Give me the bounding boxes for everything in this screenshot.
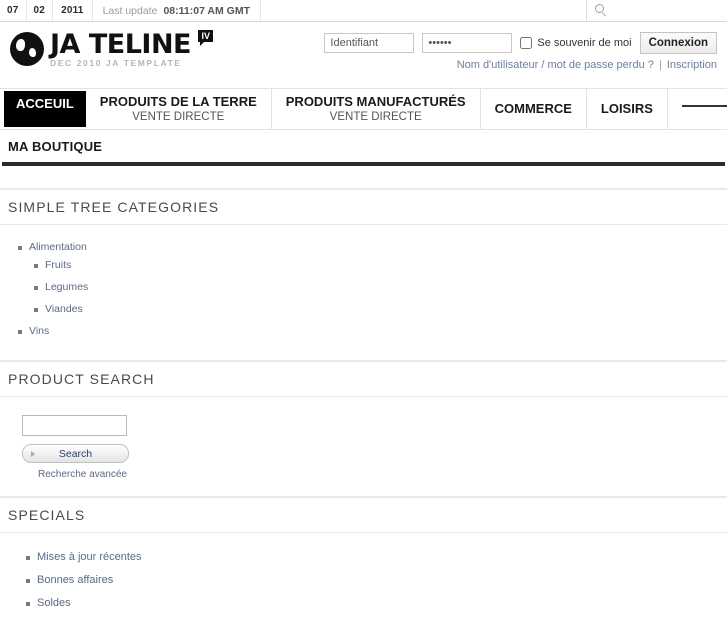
nav-item-loisirs[interactable]: LOISIRS <box>587 89 668 129</box>
last-update-time: 08:11:07 AM GMT <box>163 4 251 17</box>
list-item: Viandes <box>34 301 727 315</box>
username-input[interactable] <box>324 33 415 53</box>
date-day: 07 <box>0 0 27 21</box>
date-month: 02 <box>27 0 54 21</box>
nav-item-label: COMMERCE <box>494 101 572 116</box>
section-specials: SPECIALS Mises à jour récentes Bonnes af… <box>0 496 727 628</box>
nav-item-placeholder[interactable] <box>668 89 727 129</box>
category-link-viandes[interactable]: Viandes <box>34 303 83 315</box>
link-separator: | <box>658 59 662 71</box>
product-search-button-label: Search <box>58 447 93 460</box>
section-body: Mises à jour récentes Bonnes affaires So… <box>0 533 727 628</box>
nav-item-produits-de-la-terre[interactable]: PRODUITS DE LA TERRE VENTE DIRECTE <box>86 89 272 129</box>
last-update-label: Last update <box>102 4 158 17</box>
last-update: Last update 08:11:07 AM GMT <box>93 0 262 21</box>
nav-item-label: PRODUITS DE LA TERRE <box>99 93 257 109</box>
main-navigation: ACCEUIL PRODUITS DE LA TERRE VENTE DIREC… <box>0 88 727 130</box>
list-item: Vins <box>18 323 727 337</box>
section-body: Alimentation Fruits Legumes Viandes Vins <box>0 225 727 352</box>
nav-item-label: ACCEUIL <box>16 96 74 111</box>
section-title: SIMPLE TREE CATEGORIES <box>8 199 220 215</box>
date-year: 2011 <box>53 0 93 21</box>
logo-text-block: JA TELINE IV DEC 2010 JA TEMPLATE <box>50 29 213 68</box>
register-link[interactable]: Inscription <box>667 59 717 71</box>
main-content: SIMPLE TREE CATEGORIES Alimentation Frui… <box>0 166 727 628</box>
section-header: PRODUCT SEARCH <box>0 360 727 397</box>
top-bar-spacer <box>261 0 586 21</box>
list-item: Bonnes affaires <box>26 572 727 586</box>
list-item: Mises à jour récentes <box>26 549 727 563</box>
specials-link-recent-updates[interactable]: Mises à jour récentes <box>26 551 142 563</box>
section-product-search: PRODUCT SEARCH Search Recherche avancée <box>0 360 727 488</box>
globe-icon <box>10 32 44 66</box>
nav-item-label: PRODUITS MANUFACTURÉS <box>285 93 466 109</box>
specials-list: Mises à jour récentes Bonnes affaires So… <box>26 549 727 609</box>
site-header: JA TELINE IV DEC 2010 JA TEMPLATE Se sou… <box>0 22 727 88</box>
nav-item-sublabel: VENTE DIRECTE <box>329 110 422 123</box>
search-icon[interactable] <box>595 4 608 17</box>
remember-me-checkbox[interactable] <box>520 37 533 49</box>
section-header: SPECIALS <box>0 496 727 533</box>
nav-item-label: LOISIRS <box>600 101 653 116</box>
top-bar: 07 02 2011 Last update 08:11:07 AM GMT <box>0 0 727 22</box>
site-logo[interactable]: JA TELINE IV DEC 2010 JA TEMPLATE <box>0 29 213 68</box>
product-search-input[interactable] <box>22 415 127 436</box>
logo-name: JA TELINE <box>50 29 192 60</box>
section-body: Search Recherche avancée <box>0 397 727 488</box>
section-tree-categories: SIMPLE TREE CATEGORIES Alimentation Frui… <box>0 188 727 352</box>
specials-link-good-deals[interactable]: Bonnes affaires <box>26 574 113 586</box>
section-title: SPECIALS <box>8 507 86 523</box>
section-title: PRODUCT SEARCH <box>8 371 155 387</box>
logo-version-badge: IV <box>198 30 213 46</box>
login-button[interactable]: Connexion <box>639 32 717 54</box>
category-link-fruits[interactable]: Fruits <box>34 259 71 271</box>
section-header: SIMPLE TREE CATEGORIES <box>0 188 727 225</box>
nav-item-produits-manufactures[interactable]: PRODUITS MANUFACTURÉS VENTE DIRECTE <box>272 89 481 129</box>
login-links: Nom d'utilisateur / mot de passe perdu ?… <box>324 59 717 71</box>
page-title: MA BOUTIQUE <box>8 138 103 154</box>
arrow-right-icon <box>31 450 35 457</box>
forgot-password-link[interactable]: Nom d'utilisateur / mot de passe perdu ? <box>457 59 654 71</box>
login-form: Se souvenir de moi Connexion Nom d'utili… <box>324 32 717 71</box>
boutique-title-bar: MA BOUTIQUE <box>0 130 727 162</box>
nav-item-label <box>681 96 727 107</box>
list-item: Legumes <box>34 279 727 293</box>
category-tree: Alimentation Fruits Legumes Viandes Vins <box>18 239 727 337</box>
category-sublist: Fruits Legumes Viandes <box>18 257 727 315</box>
nav-item-acceuil[interactable]: ACCEUIL <box>4 91 86 127</box>
logo-subtitle: DEC 2010 JA TEMPLATE <box>50 58 182 68</box>
list-item: Fruits <box>34 257 727 271</box>
remember-me-row[interactable]: Se souvenir de moi <box>520 37 632 49</box>
product-search-button[interactable]: Search <box>22 444 129 463</box>
category-link-alimentation[interactable]: Alimentation <box>18 241 87 253</box>
login-fields-row: Se souvenir de moi Connexion <box>324 32 717 54</box>
remember-me-label: Se souvenir de moi <box>537 37 632 49</box>
list-item: Alimentation Fruits Legumes Viandes <box>18 239 727 315</box>
specials-link-sales[interactable]: Soldes <box>26 597 71 609</box>
nav-item-sublabel: VENTE DIRECTE <box>132 110 225 123</box>
nav-item-commerce[interactable]: COMMERCE <box>481 89 587 129</box>
advanced-search-link[interactable]: Recherche avancée <box>38 469 727 480</box>
category-link-vins[interactable]: Vins <box>18 325 49 337</box>
top-search-area[interactable] <box>586 0 727 21</box>
category-link-legumes[interactable]: Legumes <box>34 281 88 293</box>
list-item: Soldes <box>26 595 727 609</box>
password-input[interactable] <box>422 33 513 53</box>
